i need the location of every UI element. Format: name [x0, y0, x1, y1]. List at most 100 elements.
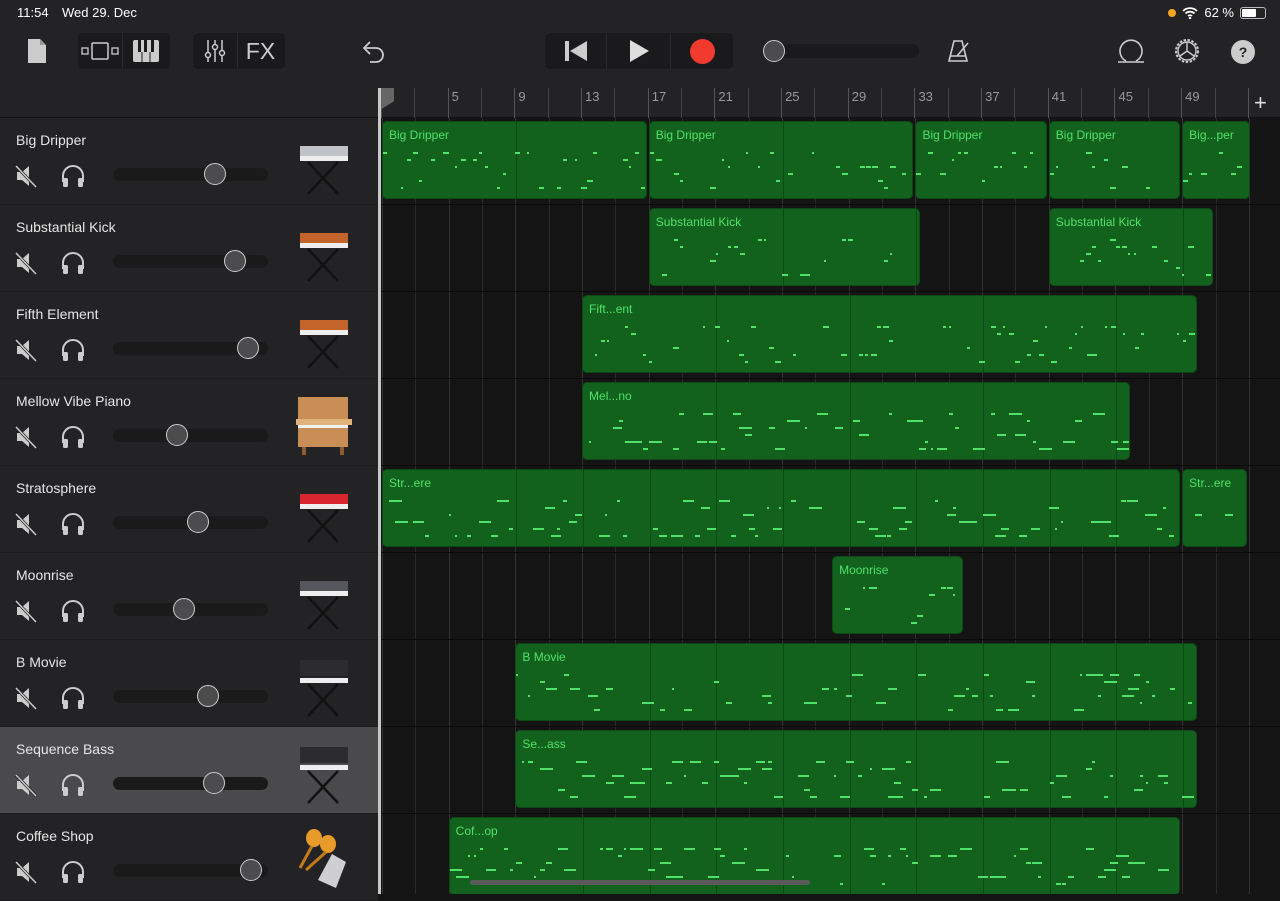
track-volume-knob[interactable]: [224, 250, 247, 272]
analog-synth-icon[interactable]: [292, 302, 356, 372]
track-volume-slider[interactable]: [113, 337, 268, 359]
master-volume-slider[interactable]: [762, 40, 919, 62]
horizontal-scrollbar[interactable]: [470, 880, 810, 885]
track-lane[interactable]: Mel...no: [381, 379, 1280, 466]
solo-button[interactable]: [60, 860, 86, 889]
solo-button[interactable]: [60, 512, 86, 541]
upright-piano-icon[interactable]: [292, 389, 356, 459]
track-header[interactable]: Coffee Shop: [0, 814, 378, 901]
go-to-start-button[interactable]: [545, 33, 607, 69]
midi-region[interactable]: Str...ere: [382, 469, 1181, 547]
play-button[interactable]: [607, 33, 671, 69]
track-header[interactable]: B Movie: [0, 640, 378, 727]
master-volume-knob[interactable]: [763, 40, 785, 62]
keyboard-button[interactable]: [123, 33, 168, 69]
track-volume-knob[interactable]: [236, 337, 259, 359]
solo-button[interactable]: [60, 338, 86, 367]
undo-button[interactable]: [358, 36, 390, 66]
percussion-icon[interactable]: [292, 824, 356, 894]
midi-region[interactable]: Substantial Kick: [1048, 208, 1214, 286]
mute-button[interactable]: [14, 860, 38, 889]
mute-button[interactable]: [14, 599, 38, 628]
mute-button[interactable]: [14, 773, 38, 802]
fx-button[interactable]: FX: [238, 33, 283, 69]
my-songs-button[interactable]: [22, 36, 52, 66]
solo-button[interactable]: [60, 251, 86, 280]
midi-region[interactable]: Big...per: [1182, 121, 1251, 199]
mute-button[interactable]: [14, 338, 38, 367]
ruler-label: 9: [518, 89, 526, 104]
modular-synth-icon[interactable]: [292, 650, 356, 720]
track-volume-knob[interactable]: [187, 511, 210, 533]
track-lane[interactable]: Moonrise: [381, 553, 1280, 640]
track-lane[interactable]: Str...ere Str...ere: [381, 466, 1280, 553]
track-volume-knob[interactable]: [204, 163, 227, 185]
mute-button[interactable]: [14, 164, 38, 193]
track-volume-knob[interactable]: [196, 685, 219, 707]
track-lane[interactable]: Se...ass: [381, 727, 1280, 814]
midi-region[interactable]: Big Dripper: [915, 121, 1047, 199]
midi-region[interactable]: Big Dripper: [1048, 121, 1181, 199]
track-header[interactable]: Mellow Vibe Piano: [0, 379, 378, 466]
solo-button[interactable]: [60, 164, 86, 193]
midi-region[interactable]: Big Dripper: [648, 121, 914, 199]
midi-region[interactable]: Se...ass: [515, 730, 1197, 808]
solo-button[interactable]: [60, 686, 86, 715]
mute-button[interactable]: [14, 425, 38, 454]
midi-note: [774, 796, 784, 798]
track-volume-slider[interactable]: [113, 163, 268, 185]
synth-keyboard-icon[interactable]: [292, 563, 356, 633]
track-lane[interactable]: Big Dripper Big Dripper Big Dripper Big Dri…: [381, 118, 1280, 205]
solo-button[interactable]: [60, 599, 86, 628]
midi-region[interactable]: Str...ere: [1182, 469, 1247, 547]
metronome-button[interactable]: [943, 36, 973, 66]
track-volume-knob[interactable]: [173, 598, 196, 620]
ruler-tick: [781, 88, 783, 118]
ruler[interactable]: 15913172125293337414549: [380, 88, 1280, 118]
record-button[interactable]: [671, 33, 733, 69]
midi-region[interactable]: Big Dripper: [382, 121, 647, 199]
track-lane[interactable]: Substantial Kick Substantial Kick: [381, 205, 1280, 292]
midi-region[interactable]: Moonrise: [832, 556, 964, 634]
modular-synth-icon[interactable]: [292, 737, 356, 807]
track-header[interactable]: Big Dripper: [0, 118, 378, 205]
mute-button[interactable]: [14, 686, 38, 715]
settings-button[interactable]: [1172, 36, 1202, 66]
track-volume-knob[interactable]: [202, 772, 225, 794]
track-volume-knob[interactable]: [165, 424, 188, 446]
midi-region[interactable]: Fift...ent: [582, 295, 1197, 373]
track-header[interactable]: Moonrise: [0, 553, 378, 640]
track-header[interactable]: Sequence Bass: [0, 727, 378, 814]
midi-region[interactable]: B Movie: [515, 643, 1197, 721]
track-volume-slider[interactable]: [113, 424, 268, 446]
mixer-button[interactable]: [193, 33, 238, 69]
track-volume-slider[interactable]: [113, 685, 268, 707]
tracks-view-button[interactable]: [78, 33, 123, 69]
track-volume-slider[interactable]: [113, 598, 268, 620]
track-volume-knob[interactable]: [239, 859, 262, 881]
stage-keyboard-icon[interactable]: [292, 476, 356, 546]
tracks-area[interactable]: Big Dripper Big Dripper Big Dripper Big Dri…: [381, 118, 1280, 894]
loop-browser-button[interactable]: [1115, 36, 1147, 66]
track-volume-slider[interactable]: [113, 250, 268, 272]
track-volume-slider[interactable]: [113, 772, 268, 794]
track-lane[interactable]: B Movie: [381, 640, 1280, 727]
track-header[interactable]: Substantial Kick: [0, 205, 378, 292]
track-header[interactable]: Stratosphere: [0, 466, 378, 553]
playhead[interactable]: [380, 88, 394, 110]
analog-synth-icon[interactable]: [292, 215, 356, 285]
ruler-tick: [1181, 88, 1183, 118]
track-volume-slider[interactable]: [113, 511, 268, 533]
solo-button[interactable]: [60, 773, 86, 802]
midi-region[interactable]: Substantial Kick: [648, 208, 921, 286]
track-header[interactable]: Fifth Element: [0, 292, 378, 379]
track-lane[interactable]: Fift...ent: [381, 292, 1280, 379]
mute-button[interactable]: [14, 251, 38, 280]
midi-region[interactable]: Mel...no: [582, 382, 1131, 460]
help-button[interactable]: ?: [1231, 40, 1255, 64]
add-section-button[interactable]: +: [1254, 90, 1267, 116]
synth-keyboard-icon[interactable]: [292, 128, 356, 198]
solo-button[interactable]: [60, 425, 86, 454]
track-volume-slider[interactable]: [113, 859, 268, 881]
mute-button[interactable]: [14, 512, 38, 541]
